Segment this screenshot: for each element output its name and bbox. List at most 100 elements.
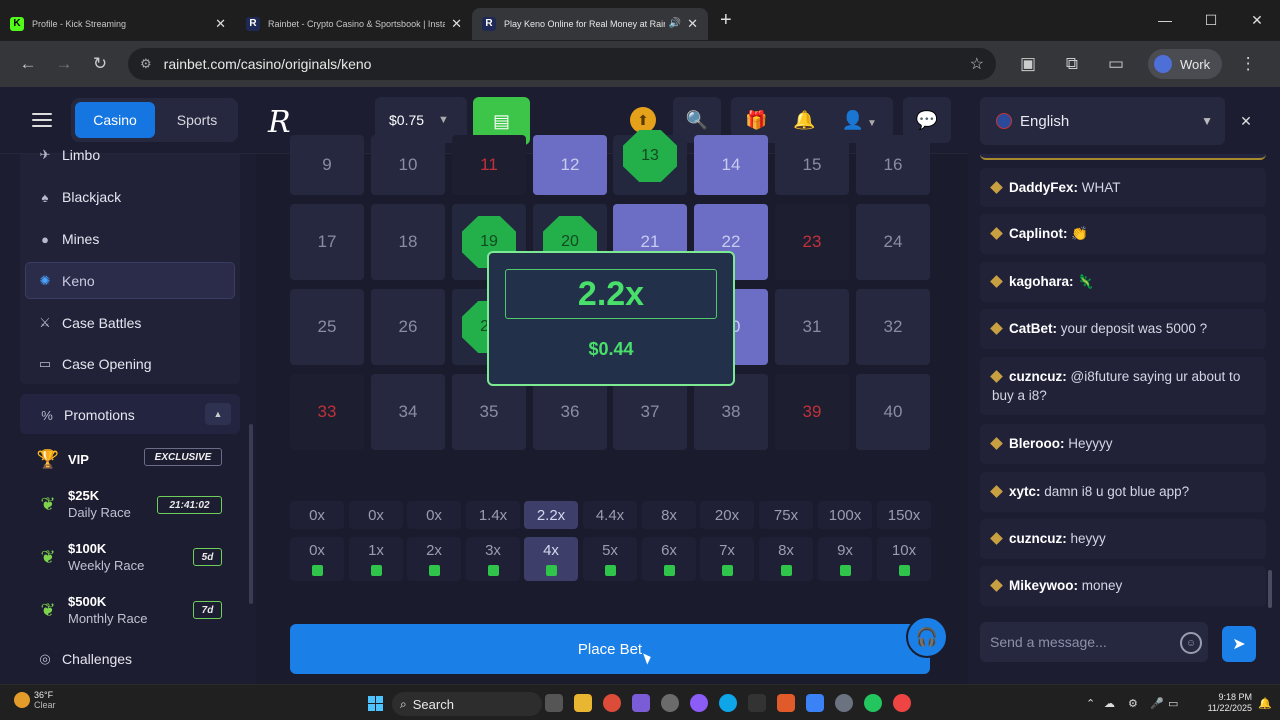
keno-tile[interactable]: 40 bbox=[856, 374, 930, 450]
tab-rainbet[interactable]: R Rainbet - Crypto Casino & Sportsbook |… bbox=[236, 8, 472, 40]
tray-chevron-icon[interactable]: ⌃ bbox=[1086, 697, 1095, 710]
keno-tile[interactable]: 26 bbox=[371, 289, 445, 365]
keno-tile[interactable]: 14 bbox=[694, 135, 768, 195]
send-button[interactable]: ➤ bbox=[1222, 626, 1256, 662]
keno-tile[interactable]: 12 bbox=[533, 135, 607, 195]
casino-tab[interactable]: Casino bbox=[75, 102, 155, 138]
chrome-icon[interactable] bbox=[603, 694, 621, 712]
keno-tile[interactable]: 25 bbox=[290, 289, 364, 365]
obs-icon[interactable] bbox=[690, 694, 708, 712]
chat-username[interactable]: kagohara: bbox=[1009, 274, 1074, 289]
keno-tile[interactable]: 32 bbox=[856, 289, 930, 365]
mic-icon[interactable]: 🎤 bbox=[1150, 697, 1164, 710]
close-window-icon[interactable]: ✕ bbox=[1234, 0, 1280, 40]
maximize-icon[interactable]: ☐ bbox=[1188, 0, 1234, 40]
taskbar-clock[interactable]: 9:18 PM 11/22/2025 bbox=[1196, 692, 1252, 714]
collapse-chevron-icon[interactable]: ▲ bbox=[205, 403, 231, 425]
close-tab-icon[interactable]: ✕ bbox=[687, 16, 698, 32]
sidebar-scrollbar[interactable] bbox=[249, 424, 253, 604]
user-icon[interactable]: 👤 ▼ bbox=[842, 110, 877, 131]
minimize-icon[interactable]: — bbox=[1142, 0, 1188, 40]
sidebar-item-mines[interactable]: ● Mines bbox=[36, 230, 99, 248]
chrome-icon[interactable] bbox=[864, 694, 882, 712]
sidebar-item-challenges[interactable]: ◎ Challenges bbox=[36, 650, 132, 668]
chat-username[interactable]: Blerooo: bbox=[1009, 436, 1065, 451]
app-icon[interactable] bbox=[661, 694, 679, 712]
keno-tile[interactable]: 23 bbox=[775, 204, 849, 280]
tab-keno[interactable]: R Play Keno Online for Real Money at Rai… bbox=[472, 7, 708, 40]
chat-username[interactable]: Mikeywoo: bbox=[1009, 578, 1078, 593]
keno-tile[interactable]: 24 bbox=[856, 204, 930, 280]
app-icon[interactable] bbox=[777, 694, 795, 712]
place-bet-button[interactable]: Place Bet bbox=[290, 624, 930, 674]
bell-icon[interactable]: 🔔 bbox=[793, 110, 815, 131]
tray-icon[interactable]: ☁ bbox=[1104, 697, 1115, 710]
site-info-icon[interactable]: ⚙ bbox=[140, 56, 152, 72]
keno-tile[interactable]: 39 bbox=[775, 374, 849, 450]
keno-tile[interactable]: 17 bbox=[290, 204, 364, 280]
cast-icon[interactable]: ▭ bbox=[1098, 46, 1134, 82]
app-icon[interactable] bbox=[835, 694, 853, 712]
sidebar-item-case-battles[interactable]: ⚔ Case Battles bbox=[36, 314, 141, 332]
forward-icon[interactable]: → bbox=[46, 46, 82, 82]
keno-tile[interactable]: 11 bbox=[452, 135, 526, 195]
weekly-race-item[interactable]: ❦ $100K Weekly Race bbox=[36, 541, 144, 573]
bookmark-star-icon[interactable]: ☆ bbox=[970, 54, 984, 74]
profile-button[interactable]: Work bbox=[1148, 49, 1223, 79]
chat-username[interactable]: cuzncuz: bbox=[1009, 531, 1067, 546]
chat-input[interactable]: Send a message... bbox=[980, 622, 1208, 662]
keno-tile[interactable]: 31 bbox=[775, 289, 849, 365]
chat-username[interactable]: CatBet: bbox=[1009, 321, 1057, 336]
keno-tile[interactable]: 9 bbox=[290, 135, 364, 195]
reload-icon[interactable]: ↻ bbox=[82, 46, 118, 82]
close-tab-icon[interactable]: ✕ bbox=[215, 16, 226, 32]
keno-tile[interactable]: 34 bbox=[371, 374, 445, 450]
close-tab-icon[interactable]: ✕ bbox=[451, 16, 462, 32]
sports-tab[interactable]: Sports bbox=[161, 102, 233, 138]
chat-username[interactable]: cuzncuz: bbox=[1009, 369, 1067, 384]
tray-icon[interactable]: ⚙ bbox=[1128, 697, 1138, 710]
keno-tile[interactable]: 18 bbox=[371, 204, 445, 280]
weather-widget[interactable]: 36°F Clear bbox=[14, 690, 56, 710]
notification-icon[interactable]: 🔔 bbox=[1258, 697, 1272, 710]
app-icon[interactable] bbox=[806, 694, 824, 712]
chat-username[interactable]: Caplinot: bbox=[1009, 226, 1068, 241]
network-icon[interactable]: ▭ bbox=[1168, 697, 1178, 710]
windows-start-icon[interactable] bbox=[366, 694, 384, 712]
app-icon[interactable] bbox=[719, 694, 737, 712]
sidebar-item-case-opening[interactable]: ▭ Case Opening bbox=[36, 355, 152, 373]
keno-tile[interactable]: 10 bbox=[371, 135, 445, 195]
task-view-icon[interactable] bbox=[545, 694, 563, 712]
app-icon[interactable] bbox=[632, 694, 650, 712]
language-selector[interactable]: English ▼ bbox=[980, 97, 1225, 145]
sidebar-item-limbo[interactable]: ✈ Limbo bbox=[36, 146, 101, 164]
chat-scrollbar[interactable] bbox=[1268, 570, 1272, 608]
headset-support-icon[interactable]: 🎧 bbox=[906, 616, 948, 658]
emoji-icon[interactable]: ☺ bbox=[1180, 632, 1202, 654]
tab-kick[interactable]: K Profile - Kick Streaming ✕ bbox=[0, 8, 236, 40]
vip-item[interactable]: 🏆 VIP bbox=[36, 447, 89, 471]
sidebar-item-keno[interactable]: ✺ Keno bbox=[36, 272, 95, 290]
taskbar-search[interactable]: ⌕ Search bbox=[392, 692, 542, 716]
app-icon[interactable] bbox=[748, 694, 766, 712]
keno-tile[interactable]: 16 bbox=[856, 135, 930, 195]
chrome-icon[interactable] bbox=[893, 694, 911, 712]
file-explorer-icon[interactable] bbox=[574, 694, 592, 712]
keno-tile[interactable]: 15 bbox=[775, 135, 849, 195]
puzzle-icon[interactable]: ⧉ bbox=[1054, 46, 1090, 82]
keno-tile[interactable]: 33 bbox=[290, 374, 364, 450]
chat-username[interactable]: DaddyFex: bbox=[1009, 180, 1078, 195]
extension-icon[interactable]: ▣ bbox=[1010, 46, 1046, 82]
sidebar-item-blackjack[interactable]: ♠ Blackjack bbox=[36, 188, 122, 206]
speaker-icon[interactable]: 🔊 bbox=[669, 18, 681, 29]
address-bar[interactable]: ⚙ rainbet.com/casino/originals/keno ☆ bbox=[128, 48, 996, 80]
close-chat-icon[interactable]: ✕ bbox=[1232, 108, 1260, 134]
gift-icon[interactable]: 🎁 bbox=[745, 110, 767, 131]
more-menu-icon[interactable]: ⋮ bbox=[1230, 46, 1266, 82]
back-icon[interactable]: ← bbox=[10, 46, 46, 82]
chat-username[interactable]: xytc: bbox=[1009, 484, 1041, 499]
hamburger-menu-icon[interactable] bbox=[32, 113, 52, 127]
rainbet-logo[interactable]: R bbox=[268, 105, 291, 140]
monthly-race-item[interactable]: ❦ $500K Monthly Race bbox=[36, 594, 147, 626]
new-tab-icon[interactable]: + bbox=[720, 9, 744, 32]
